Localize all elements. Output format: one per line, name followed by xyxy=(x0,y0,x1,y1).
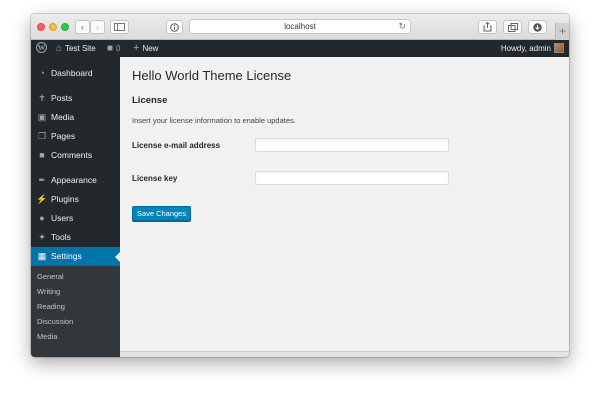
sidebar-item-settings[interactable]: ▦ Settings xyxy=(31,247,120,266)
main-content: Hello World Theme License License Insert… xyxy=(120,57,569,357)
brush-icon: ✒ xyxy=(38,175,46,185)
license-key-input[interactable] xyxy=(255,171,449,185)
pages-icon: ❐ xyxy=(37,131,47,141)
media-icon: ▣ xyxy=(37,112,47,122)
share-icon xyxy=(483,21,492,32)
info-circle-icon xyxy=(170,22,179,32)
nav-buttons: ‹ › xyxy=(75,20,105,34)
url-text: localhost xyxy=(284,22,316,31)
sidebar-item-label: Settings xyxy=(51,251,82,261)
sidebar-item-appearance[interactable]: ✒ Appearance xyxy=(31,171,120,190)
admin-bar: W ⌂ Test Site ■ 0 + New Howdy, admin xyxy=(31,40,569,57)
plugin-icon: ⚡ xyxy=(36,194,48,204)
settings-submenu: General Writing Reading Discussion Media xyxy=(31,266,120,357)
browser-window: ‹ › localhost ↻ + W ⌂ Test Site ■ 0 + Ne… xyxy=(31,14,569,357)
sidebar-item-label: Users xyxy=(51,213,74,223)
close-window-button[interactable] xyxy=(37,23,45,31)
plus-icon: + xyxy=(133,42,140,54)
license-key-label: License key xyxy=(132,174,178,183)
license-email-input[interactable] xyxy=(255,138,449,152)
save-changes-button[interactable]: Save Changes xyxy=(132,206,191,221)
plus-icon: + xyxy=(558,24,566,38)
sidebar-item-label: Comments xyxy=(51,150,93,160)
zoom-window-button[interactable] xyxy=(61,23,69,31)
sidebar-item-label: Plugins xyxy=(51,194,79,204)
sidebar-item-dashboard[interactable]: ◔ Dashboard xyxy=(31,64,120,83)
new-tab-button[interactable]: + xyxy=(555,23,569,40)
sidebar-item-media[interactable]: ▣ Media xyxy=(31,108,120,127)
home-icon: ⌂ xyxy=(56,43,63,54)
new-content-link[interactable]: + New xyxy=(133,40,158,57)
site-name-link[interactable]: ⌂ Test Site xyxy=(56,40,96,57)
wrench-icon: ✦ xyxy=(38,232,46,242)
sidebar-item-label: Tools xyxy=(51,232,71,242)
section-description: Insert your license information to enabl… xyxy=(132,116,296,125)
sidebar-item-label: Media xyxy=(51,112,75,122)
tabs-icon xyxy=(507,22,518,32)
license-email-label: License e-mail address xyxy=(132,141,221,150)
wordpress-logo-icon: W xyxy=(36,42,47,53)
pin-icon: ✝ xyxy=(38,93,46,103)
sidebar-item-label: Appearance xyxy=(51,175,97,185)
sidebar-icon xyxy=(114,23,125,31)
address-bar[interactable]: localhost ↻ xyxy=(189,19,411,34)
dashboard-icon: ◔ xyxy=(39,68,45,78)
submenu-item-media[interactable]: Media xyxy=(37,329,57,344)
greeting: Howdy, admin xyxy=(500,44,551,53)
submenu-item-general[interactable]: General xyxy=(37,269,64,284)
site-name: Test Site xyxy=(65,44,96,53)
user-icon: ● xyxy=(39,213,45,223)
privacy-button[interactable] xyxy=(166,20,183,34)
sidebar-item-plugins[interactable]: ⚡ Plugins xyxy=(31,190,120,209)
page-title: Hello World Theme License xyxy=(132,68,292,83)
avatar xyxy=(554,43,564,53)
sidebar-item-users[interactable]: ● Users xyxy=(31,209,120,228)
sidebar-item-comments[interactable]: ■ Comments xyxy=(31,146,120,165)
browser-status-bar xyxy=(120,351,569,357)
comment-bubble-icon: ■ xyxy=(107,43,114,54)
sidebar-item-pages[interactable]: ❐ Pages xyxy=(31,127,120,146)
tabs-overview-button[interactable] xyxy=(503,20,522,34)
wp-logo-button[interactable]: W xyxy=(36,40,47,57)
comments-count: 0 xyxy=(116,44,121,53)
browser-toolbar: ‹ › localhost ↻ + xyxy=(31,14,569,40)
sidebar-item-posts[interactable]: ✝ Posts xyxy=(31,89,120,108)
comment-icon: ■ xyxy=(39,150,45,160)
svg-text:W: W xyxy=(38,43,46,52)
forward-button[interactable]: › xyxy=(90,20,105,34)
new-label: New xyxy=(142,44,159,53)
comments-link[interactable]: ■ 0 xyxy=(107,40,121,57)
submenu-item-discussion[interactable]: Discussion xyxy=(37,314,73,329)
downloads-button[interactable] xyxy=(528,20,547,34)
my-account-link[interactable]: Howdy, admin xyxy=(501,40,564,57)
admin-sidebar: ◔ Dashboard ✝ Posts ▣ Media ❐ Pages ■ Co… xyxy=(31,57,120,357)
chevron-right-icon: › xyxy=(96,22,99,32)
section-title: License xyxy=(132,95,168,106)
submenu-item-reading[interactable]: Reading xyxy=(37,299,65,314)
sidebar-item-tools[interactable]: ✦ Tools xyxy=(31,228,120,247)
sidebar-item-label: Posts xyxy=(51,93,73,103)
submenu-item-writing[interactable]: Writing xyxy=(37,284,60,299)
share-button[interactable] xyxy=(478,20,497,34)
chevron-left-icon: ‹ xyxy=(81,22,84,32)
download-icon xyxy=(533,22,542,32)
minimize-window-button[interactable] xyxy=(49,23,57,31)
reload-icon[interactable]: ↻ xyxy=(398,21,406,32)
back-button[interactable]: ‹ xyxy=(75,20,90,34)
settings-icon: ▦ xyxy=(37,251,47,261)
sidebar-toggle-button[interactable] xyxy=(110,20,129,34)
sidebar-item-label: Dashboard xyxy=(51,68,93,78)
sidebar-item-label: Pages xyxy=(51,131,76,141)
